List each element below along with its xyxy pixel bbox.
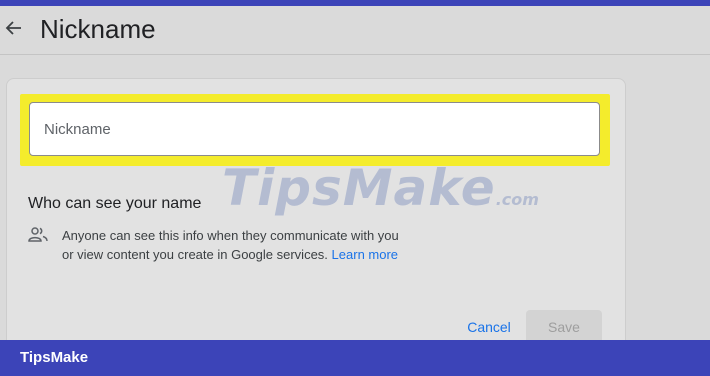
page-header: Nickname [0,6,710,55]
learn-more-link[interactable]: Learn more [332,247,398,262]
footer-brand: TipsMake [20,349,89,366]
watermark-suffix: .com [495,190,539,209]
cancel-button[interactable]: Cancel [460,310,518,340]
page-title: Nickname [40,14,156,44]
app-frame: Nickname TipsMake.com Who can see your n… [0,6,710,340]
arrow-back-icon[interactable] [4,18,24,38]
nickname-input[interactable] [29,102,600,156]
watermark-text: TipsMake [222,159,496,217]
save-button[interactable]: Save [526,310,602,340]
visibility-description: Anyone can see this info when they commu… [62,226,412,264]
visibility-heading: Who can see your name [28,195,202,212]
people-icon [28,227,48,242]
footer-bar: TipsMake [0,340,710,376]
watermark-logo: TipsMake.com [222,156,539,220]
